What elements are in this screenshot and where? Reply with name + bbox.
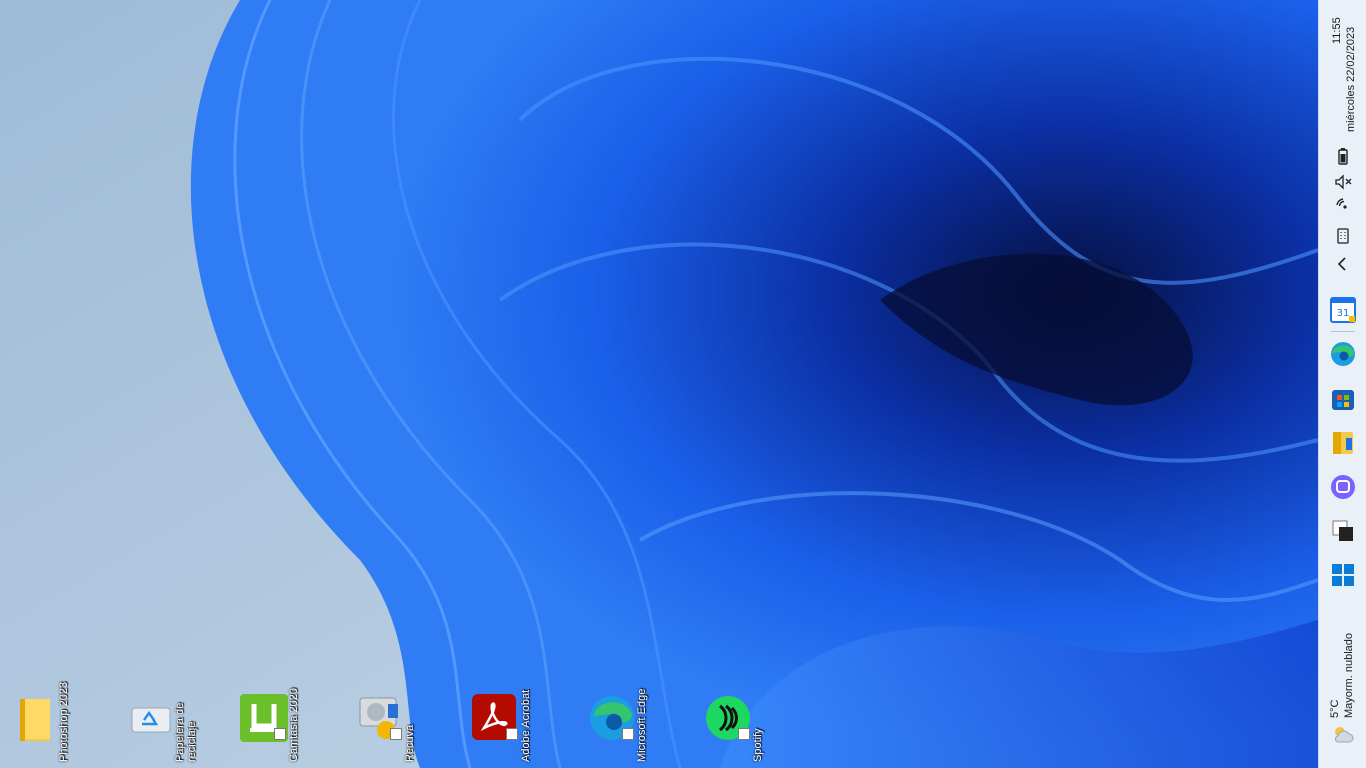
desktop-icon-label: Camtasia 2020: [288, 688, 300, 762]
desktop-icon-camtasia-2020[interactable]: Camtasia 2020: [234, 672, 338, 768]
calendar-icon[interactable]: 31: [1330, 297, 1356, 323]
task-view-icon[interactable]: [1330, 518, 1356, 544]
volume-muted-icon[interactable]: [1333, 172, 1353, 192]
desktop-icon-spotify[interactable]: Spotify: [698, 672, 802, 768]
desktop-icon-microsoft-edge[interactable]: Microsoft Edge: [582, 672, 686, 768]
clock-date: miércoles 22/02/2023: [1345, 26, 1357, 132]
shortcut-arrow-icon: [506, 728, 518, 740]
teams-chat-icon[interactable]: [1330, 474, 1356, 500]
start-icon[interactable]: [1330, 562, 1356, 588]
shortcut-arrow-icon: [274, 728, 286, 740]
keyboard-icon[interactable]: [1333, 226, 1353, 246]
desktop-icon-adobe-acrobat[interactable]: Adobe Acrobat: [466, 672, 570, 768]
battery-icon[interactable]: [1333, 146, 1353, 166]
desktop-icon-label: Photoshop 2023: [58, 681, 70, 762]
desktop-icon-label: Adobe Acrobat: [520, 689, 532, 762]
shortcut-arrow-icon: [390, 728, 402, 740]
desktop-icon-recycle-bin[interactable]: Papelera de reciclaje: [120, 672, 224, 768]
wallpaper: [0, 0, 1318, 768]
desktop-icon-photoshop-2023[interactable]: Photoshop 2023: [4, 672, 108, 768]
desktop-screen: Photoshop 2023 Papelera de reciclaje Cam…: [0, 0, 1366, 768]
file-explorer-icon[interactable]: [1330, 430, 1356, 456]
weather-cloudy-icon: [1334, 727, 1354, 743]
shortcut-arrow-icon: [738, 728, 750, 740]
weather-condition: Mayorm. nublado: [1343, 633, 1355, 718]
chevron-left-icon[interactable]: [1333, 254, 1353, 274]
desktop-icon-label: Papelera de reciclaje: [174, 702, 198, 762]
desktop-icon-recuva[interactable]: Recuva: [350, 672, 454, 768]
store-icon[interactable]: [1330, 386, 1356, 412]
taskbar: 11:55 miércoles 22/02/2023 31 5°C Mayorm…: [1318, 0, 1366, 768]
desktop-icon-label: Recuva: [404, 724, 416, 762]
edge-icon[interactable]: [1330, 341, 1356, 367]
wifi-icon[interactable]: [1333, 195, 1353, 215]
shortcut-arrow-icon: [622, 728, 634, 740]
folder-icon: [20, 699, 50, 741]
desktop-icon-label: Microsoft Edge: [636, 688, 648, 762]
weather-temp: 5°C: [1329, 699, 1341, 718]
desktop-icon-label: Spotify: [752, 728, 764, 762]
clock-time: 11:55: [1331, 17, 1343, 44]
svg-text:31: 31: [1337, 308, 1350, 319]
taskbar-divider: [1331, 331, 1355, 332]
recycle-bin-icon: [131, 707, 171, 733]
